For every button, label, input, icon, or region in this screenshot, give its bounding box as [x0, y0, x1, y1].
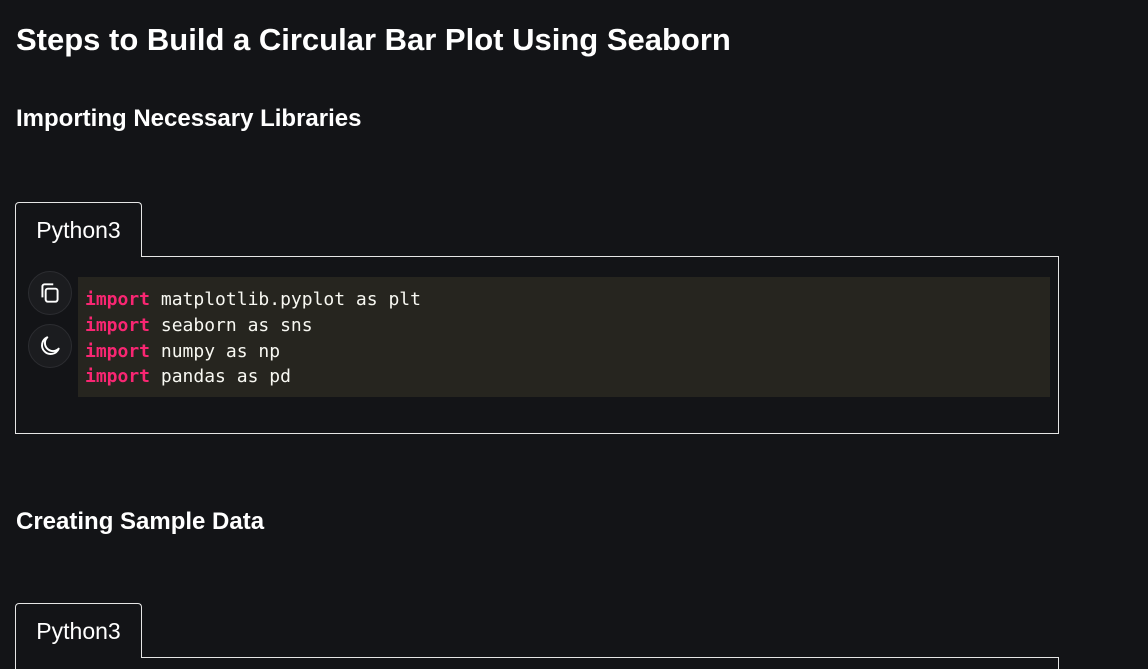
code-tab-python3[interactable]: Python3	[15, 202, 142, 257]
code-text: pandas as pd	[150, 366, 291, 388]
section-heading-importing-libraries: Importing Necessary Libraries	[16, 105, 362, 132]
code-text: seaborn as sns	[150, 314, 313, 336]
code-line: import numpy as np	[85, 339, 1050, 365]
moon-icon	[41, 336, 60, 355]
code-keyword: import	[85, 289, 151, 310]
copy-icon	[41, 283, 59, 303]
code-content[interactable]: import matplotlib.pyplot as plt import s…	[78, 277, 1050, 397]
code-text: matplotlib.pyplot as plt	[150, 289, 421, 310]
article-title: Steps to Build a Circular Bar Plot Using…	[16, 22, 731, 57]
code-line: import seaborn as sns	[85, 313, 1050, 339]
code-line: import matplotlib.pyplot as plt	[85, 287, 1050, 313]
toggle-theme-button[interactable]	[28, 324, 72, 368]
code-keyword: import	[85, 340, 151, 362]
code-text: numpy as np	[150, 340, 281, 362]
code-block-sample-data	[15, 657, 1059, 669]
article-page: Steps to Build a Circular Bar Plot Using…	[0, 0, 1148, 669]
code-block-imports: import matplotlib.pyplot as plt import s…	[15, 256, 1059, 434]
code-keyword: import	[85, 314, 151, 336]
code-line: import pandas as pd	[85, 364, 1050, 390]
code-tab-python3[interactable]: Python3	[15, 603, 142, 658]
copy-code-button[interactable]	[28, 271, 72, 315]
code-keyword: import	[85, 366, 151, 388]
section-heading-sample-data: Creating Sample Data	[16, 508, 265, 535]
